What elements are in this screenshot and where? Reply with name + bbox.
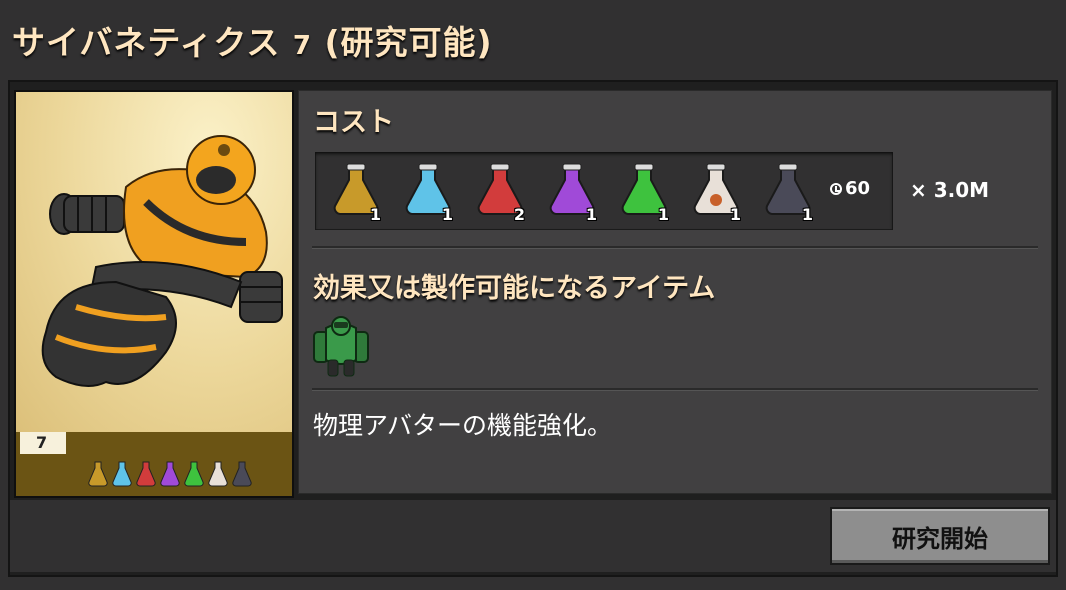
cost-pack-space[interactable]: 1 bbox=[755, 160, 821, 226]
space-science-pack-icon bbox=[232, 461, 252, 487]
pack-count: 1 bbox=[441, 205, 453, 224]
divider bbox=[312, 388, 1038, 391]
start-research-button[interactable]: 研究開始 bbox=[832, 509, 1048, 563]
technology-title: サイバネティクス 7 (研究可能) bbox=[12, 16, 493, 64]
research-time-value: 60 bbox=[845, 178, 871, 199]
divider bbox=[312, 246, 1038, 249]
pack-count: 1 bbox=[369, 205, 381, 224]
technology-name: サイバネティクス bbox=[12, 23, 281, 62]
military-science-pack-icon bbox=[136, 461, 156, 487]
technology-card: 7 bbox=[14, 90, 294, 498]
production-science-pack-icon bbox=[184, 461, 204, 487]
card-footer: 7 bbox=[16, 432, 292, 496]
cost-pack-automation[interactable]: 1 bbox=[323, 160, 389, 226]
cybernetics-armor-icon bbox=[16, 92, 292, 432]
pack-count: 1 bbox=[801, 205, 813, 224]
technology-status: (研究可能) bbox=[324, 23, 493, 62]
pack-count: 1 bbox=[657, 205, 669, 224]
technology-info-panel: コスト 1 1 2 1 1 1 1 60 × 3.0M 効果又は製作可能になるア… bbox=[298, 90, 1052, 494]
power-armor-icon bbox=[313, 316, 369, 377]
cost-pack-utility[interactable]: 1 bbox=[683, 160, 749, 226]
research-time: 60 bbox=[830, 178, 870, 199]
card-pack-list bbox=[86, 456, 256, 492]
clock-icon bbox=[830, 182, 842, 195]
automation-science-pack-icon bbox=[88, 461, 108, 487]
cost-box: 1 1 2 1 1 1 1 60 bbox=[315, 152, 893, 230]
technology-level: 7 bbox=[292, 31, 312, 61]
cost-pack-logistic[interactable]: 1 bbox=[395, 160, 461, 226]
chemical-science-pack-icon bbox=[160, 461, 180, 487]
cost-pack-military[interactable]: 2 bbox=[467, 160, 533, 226]
pack-count: 1 bbox=[729, 205, 741, 224]
cost-heading: コスト bbox=[313, 107, 394, 138]
unlocks-heading: 効果又は製作可能になるアイテム bbox=[313, 273, 716, 304]
card-level-badge: 7 bbox=[20, 432, 66, 454]
research-count-multiplier: × 3.0M bbox=[910, 178, 990, 202]
pack-count: 2 bbox=[513, 205, 525, 224]
technology-description: 物理アバターの機能強化。 bbox=[313, 411, 613, 440]
pack-count: 1 bbox=[585, 205, 597, 224]
unlock-item-power-armor[interactable] bbox=[310, 314, 372, 380]
cost-pack-chemical[interactable]: 1 bbox=[539, 160, 605, 226]
logistic-science-pack-icon bbox=[112, 461, 132, 487]
utility-science-pack-icon bbox=[208, 461, 228, 487]
cost-pack-production[interactable]: 1 bbox=[611, 160, 677, 226]
